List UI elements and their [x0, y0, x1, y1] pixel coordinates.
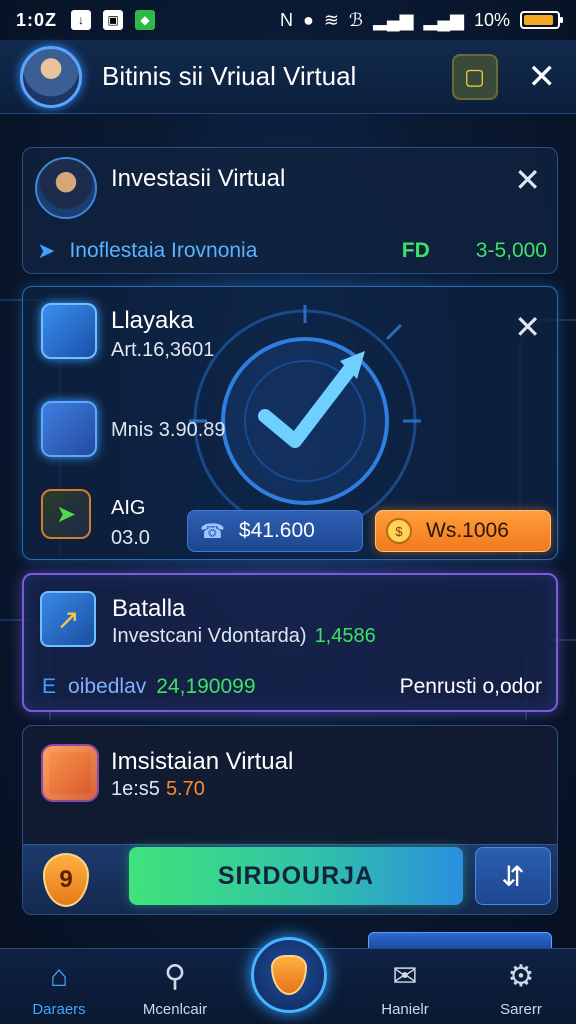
- card-row-amount: 3-5,000: [475, 239, 547, 262]
- card-avatar: [35, 157, 97, 219]
- gear-icon: ⚙: [507, 960, 535, 993]
- card-title: Imsistaian Virtual: [111, 748, 294, 775]
- bluetooth-icon: ℬ: [348, 9, 364, 30]
- card-subtitle-text: Investcani Vdontarda): [112, 625, 307, 647]
- card-title: Investasii Virtual: [111, 165, 286, 192]
- bottom-nav: ⌂ Daraers ⚲ Mcenlcair ✉ Hanielr ⚙ Sarerr: [0, 937, 576, 1024]
- download-icon: ↓: [71, 10, 92, 30]
- transfer-button[interactable]: ⇵: [475, 847, 551, 905]
- coin-rocket-icon: ➤: [41, 489, 91, 539]
- card-title: Llayaka: [111, 307, 194, 334]
- battery-percent: 10%: [473, 9, 510, 30]
- card-subtitle-value: 1,4586: [314, 625, 376, 647]
- card-action-bar: 9 SIRDOURJA ⇵: [23, 844, 557, 914]
- nav-item-home[interactable]: ⌂ Daraers: [4, 957, 114, 1018]
- nav-item-mail[interactable]: ✉ Hanielr: [350, 957, 460, 1018]
- coin-button-label: Ws.1006: [426, 519, 509, 542]
- ai-value: 03.0: [111, 527, 150, 549]
- shield-icon[interactable]: 9: [43, 853, 89, 907]
- ai-label: AIG: [111, 497, 146, 519]
- notes-button[interactable]: ▢: [451, 53, 498, 100]
- primary-cta-button[interactable]: SIRDOURJA: [129, 847, 463, 905]
- nav-item-search[interactable]: ⚲ Mcenlcair: [120, 957, 230, 1018]
- status-bar: 1:0Z ↓ ▣ ◆ N ● ≋ ℬ ▂▄▆ ▂▄▆ 10%: [0, 0, 576, 40]
- highlight-card[interactable]: ↗ Batalla Investcani Vdontarda) 1,4586 E …: [22, 573, 558, 712]
- status-time: 1:0Z: [16, 9, 58, 30]
- shield-icon: [271, 955, 307, 995]
- shield-label: 9: [59, 866, 73, 893]
- mail-icon: ✉: [392, 960, 418, 993]
- card-subtitle-value: 5.70: [165, 778, 205, 800]
- avatar[interactable]: [20, 45, 82, 108]
- signal-icon: ▂▄▆: [373, 9, 414, 30]
- card-title: Batalla: [112, 595, 186, 622]
- card-close-button[interactable]: ✕: [514, 164, 541, 196]
- nav-label: Daraers: [32, 1001, 86, 1018]
- price-button[interactable]: ☎ $41.600: [187, 510, 363, 552]
- chart-up-icon: ↗: [40, 591, 96, 647]
- price-button-label: $41.600: [238, 519, 315, 542]
- portfolio-card[interactable]: Llayaka Art.16,3601 ✕ Mnis 3.90.89 ➤ AIG…: [22, 286, 558, 560]
- card-close-button[interactable]: ✕: [514, 311, 541, 343]
- nav-label: Hanielr: [381, 1001, 429, 1018]
- investment-card[interactable]: Investasii Virtual ✕ ➤ Inoflestaia Irovn…: [22, 147, 558, 274]
- dnd-icon: ●: [302, 9, 314, 30]
- card-row-code: FD: [401, 239, 430, 262]
- coin-icon: $: [386, 518, 412, 544]
- virtual-investment-card[interactable]: Imsistaian Virtual 1e:s5 5.70 9 SIRDOURJA…: [22, 725, 558, 915]
- home-icon: ⌂: [49, 960, 69, 993]
- shield-app-icon: ◆: [135, 10, 156, 30]
- chevron-right-icon: ➤: [37, 238, 56, 263]
- nav-item-center-action[interactable]: [251, 937, 327, 1013]
- coin-button[interactable]: $ Ws.1006: [375, 510, 551, 552]
- gallery-icon: ▣: [103, 10, 124, 30]
- row-label: oibedlav: [68, 675, 147, 698]
- phone-icon: ☎: [200, 520, 225, 543]
- app-header: Bitinis sii Vriual Virtual ▢ ✕: [0, 40, 576, 114]
- signal-icon-2: ▂▄▆: [423, 9, 464, 30]
- wifi-icon: ≋: [323, 9, 339, 30]
- card-subtitle: 1e:s5 5.70: [111, 778, 205, 801]
- close-button[interactable]: ✕: [528, 60, 557, 94]
- nfc-icon: N: [279, 9, 293, 30]
- stack-icon: [41, 744, 99, 802]
- notes-icon: ▢: [464, 63, 485, 89]
- card-subtitle-prefix: 1e:s5: [111, 778, 160, 800]
- nav-label: Sarerr: [500, 1001, 542, 1018]
- search-icon: ⚲: [164, 960, 186, 993]
- cube-icon: [41, 303, 97, 359]
- chart-box-icon: [41, 401, 97, 457]
- card-subtitle: Art.16,3601: [111, 339, 215, 361]
- nav-item-settings[interactable]: ⚙ Sarerr: [466, 957, 576, 1018]
- card-info-row: ➤ Inoflestaia Irovnonia FD 3-5,000: [37, 238, 547, 264]
- nav-label: Mcenlcair: [142, 1001, 208, 1018]
- battery-fill: [524, 15, 553, 25]
- card-info-row: E oibedlav 24,190099 Penrusti o,odor: [42, 675, 542, 699]
- card-stat: Mnis 3.90.89: [111, 419, 226, 441]
- card-subtitle: Investcani Vdontarda) 1,4586: [112, 625, 376, 648]
- row-right-text: Penrusti o,odor: [399, 675, 542, 698]
- row-value: 24,190099: [156, 675, 256, 698]
- row-prefix: E: [42, 675, 57, 698]
- page-title: Bitinis sii Vriual Virtual: [102, 61, 357, 91]
- battery-icon: [520, 11, 563, 29]
- card-row-label: Inoflestaia Irovnonia: [69, 239, 258, 262]
- transfer-icon: ⇵: [501, 860, 525, 892]
